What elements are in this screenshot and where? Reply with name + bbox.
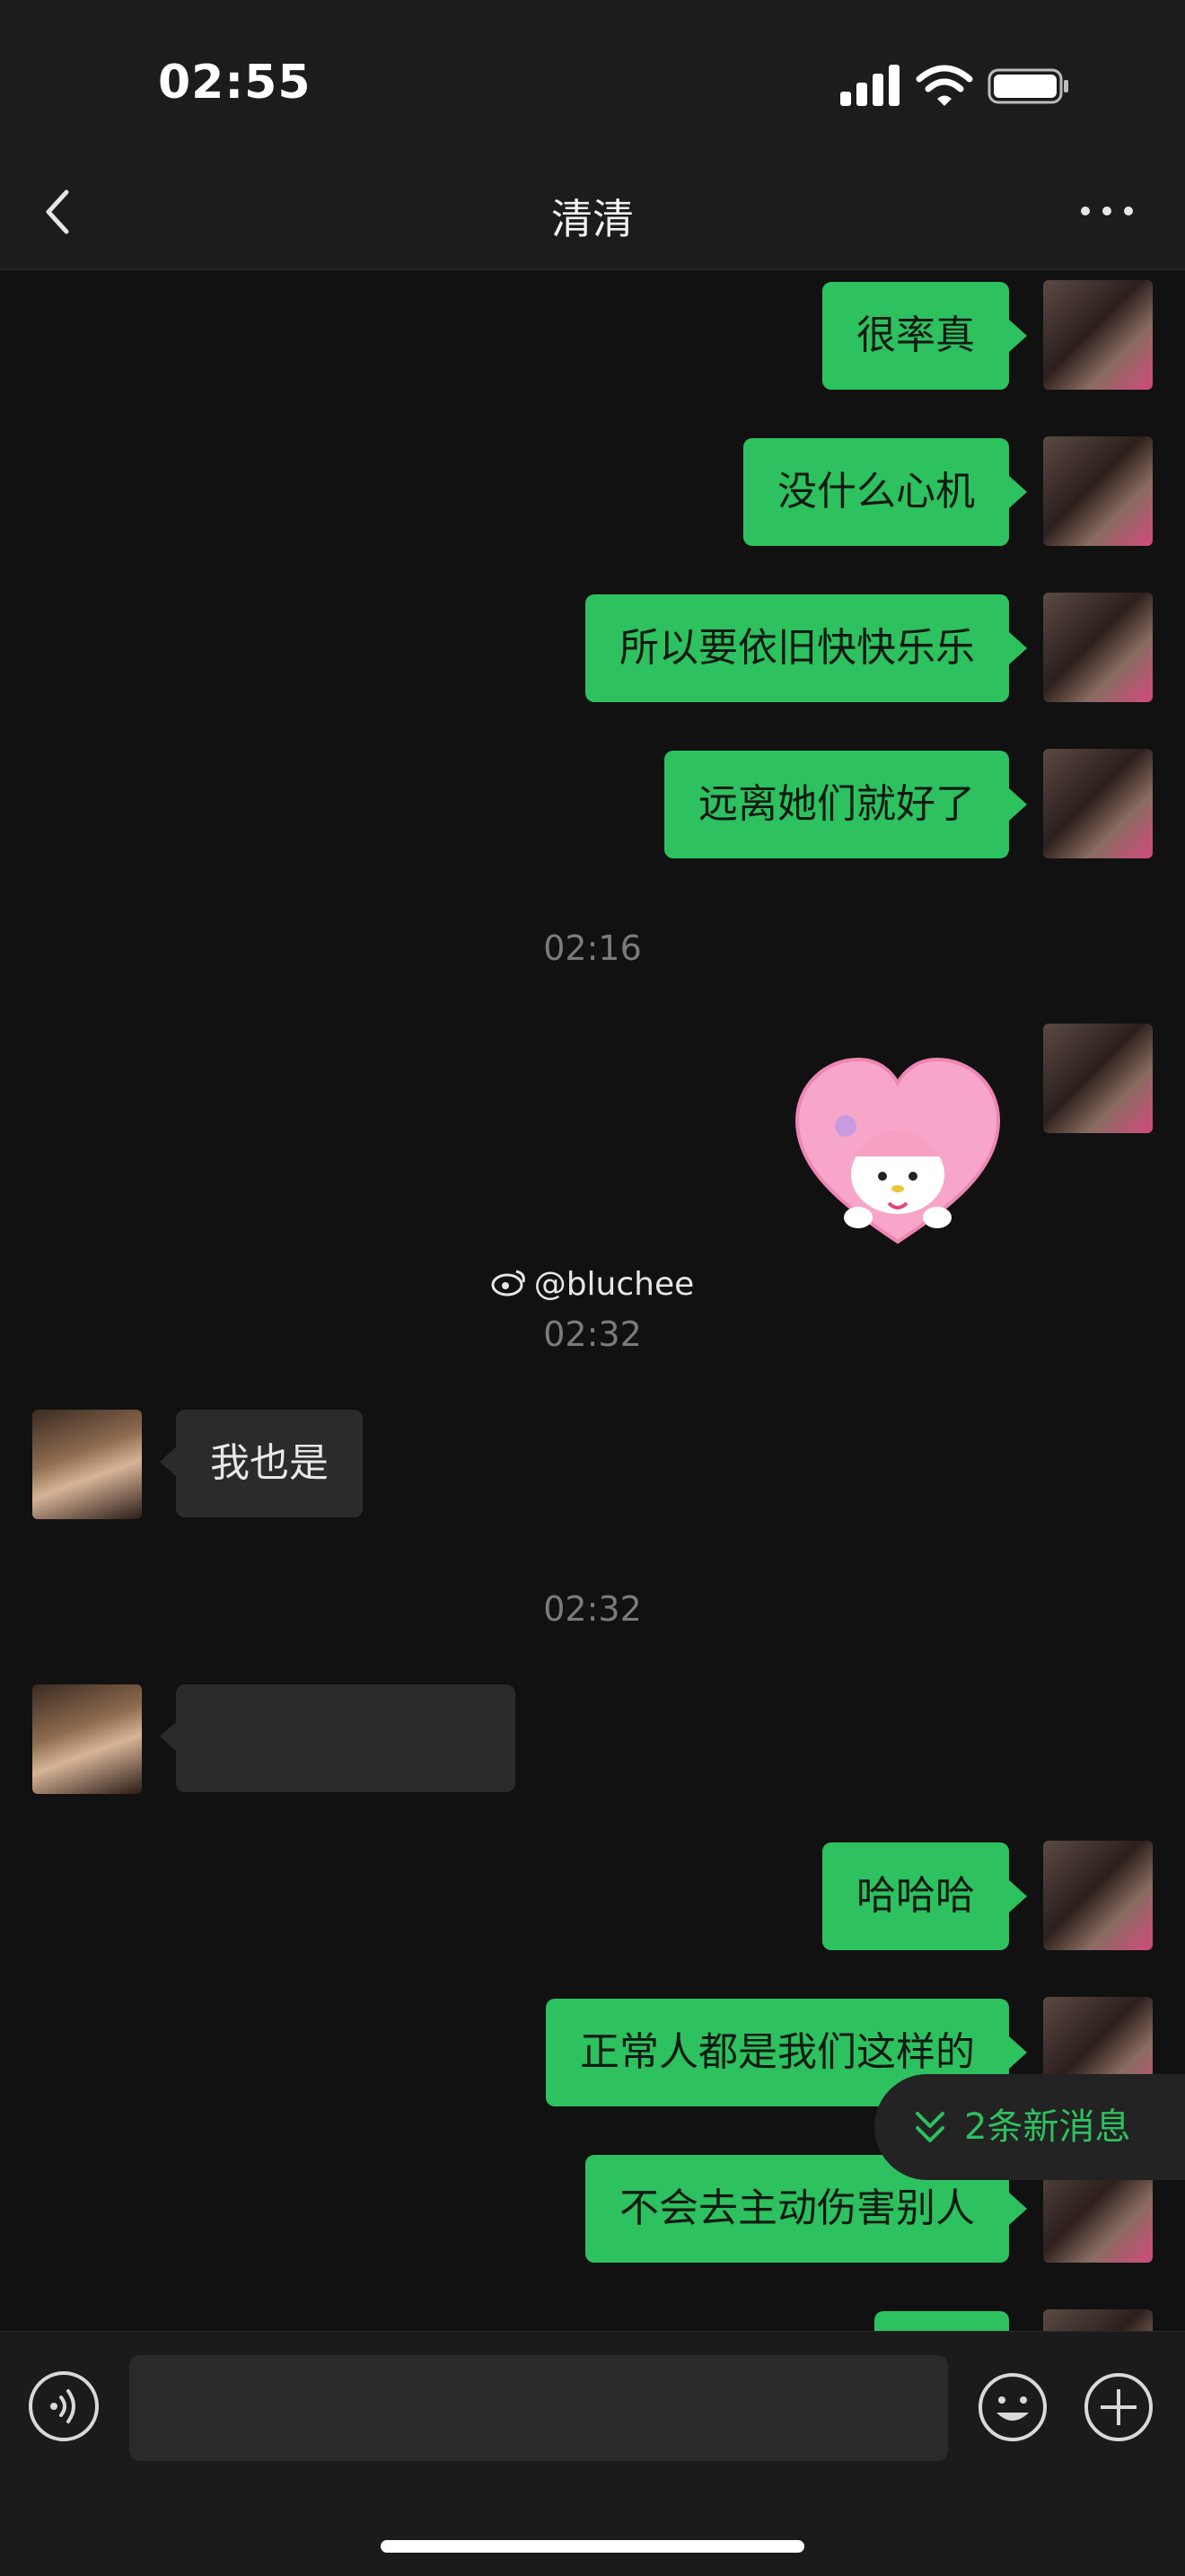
home-indicator[interactable] xyxy=(381,2540,804,2553)
status-time: 02:55 xyxy=(158,56,312,110)
message-bubble[interactable]: 远离她们就好了 xyxy=(664,751,1027,858)
weibo-icon xyxy=(491,1268,527,1305)
emoji-icon[interactable] xyxy=(977,2371,1049,2443)
weibo-watermark: @bluchee xyxy=(0,1266,1185,1305)
message-bubble[interactable]: 哈哈哈 xyxy=(822,1842,1027,1950)
my-avatar[interactable] xyxy=(1043,593,1153,702)
message-bubble[interactable]: 所以要依旧快快乐乐 xyxy=(585,594,1027,702)
message-bubble[interactable]: 很率真 xyxy=(822,282,1027,390)
message-bubble-partial[interactable] xyxy=(874,2311,1009,2331)
input-bar xyxy=(0,2331,1185,2576)
contact-avatar[interactable] xyxy=(32,1684,142,1794)
my-avatar[interactable] xyxy=(1043,1841,1153,1950)
battery-icon xyxy=(988,68,1068,104)
watermark-text: @bluchee xyxy=(533,1266,695,1303)
my-avatar[interactable] xyxy=(1043,2309,1153,2331)
message-bubble[interactable]: 我也是 xyxy=(160,1410,363,1517)
my-avatar[interactable] xyxy=(1043,280,1153,390)
chat-header: 清清 xyxy=(0,162,1185,270)
message-list[interactable]: 很率真 没什么心机 所以要依旧快快乐乐 远离她们就好了 02:16 @bluch… xyxy=(0,269,1185,2331)
more-dots-icon[interactable] xyxy=(1075,198,1138,224)
new-messages-button[interactable]: 2条新消息 xyxy=(874,2074,1185,2180)
cellular-signal-icon xyxy=(840,65,900,106)
my-avatar[interactable] xyxy=(1043,436,1153,546)
status-bar: 02:55 xyxy=(0,0,1185,162)
my-avatar[interactable] xyxy=(1043,1024,1153,1133)
plus-icon[interactable] xyxy=(1083,2371,1154,2443)
timestamp: 02:32 xyxy=(543,1589,642,1629)
chat-title: 清清 xyxy=(551,195,634,243)
voice-icon[interactable] xyxy=(29,2371,99,2441)
my-avatar[interactable] xyxy=(1043,749,1153,858)
double-chevron-down-icon xyxy=(916,2112,944,2142)
pink-heart-melody-sticker[interactable] xyxy=(790,1049,1005,1255)
contact-avatar[interactable] xyxy=(32,1410,142,1519)
timestamp: 02:16 xyxy=(543,928,642,968)
message-bubble[interactable] xyxy=(160,1684,515,1792)
timestamp: 02:32 xyxy=(543,1314,642,1354)
message-bubble[interactable]: 没什么心机 xyxy=(743,438,1027,546)
message-input[interactable] xyxy=(129,2355,948,2461)
new-messages-label: 2条新消息 xyxy=(964,2106,1131,2148)
wifi-icon xyxy=(916,65,973,106)
